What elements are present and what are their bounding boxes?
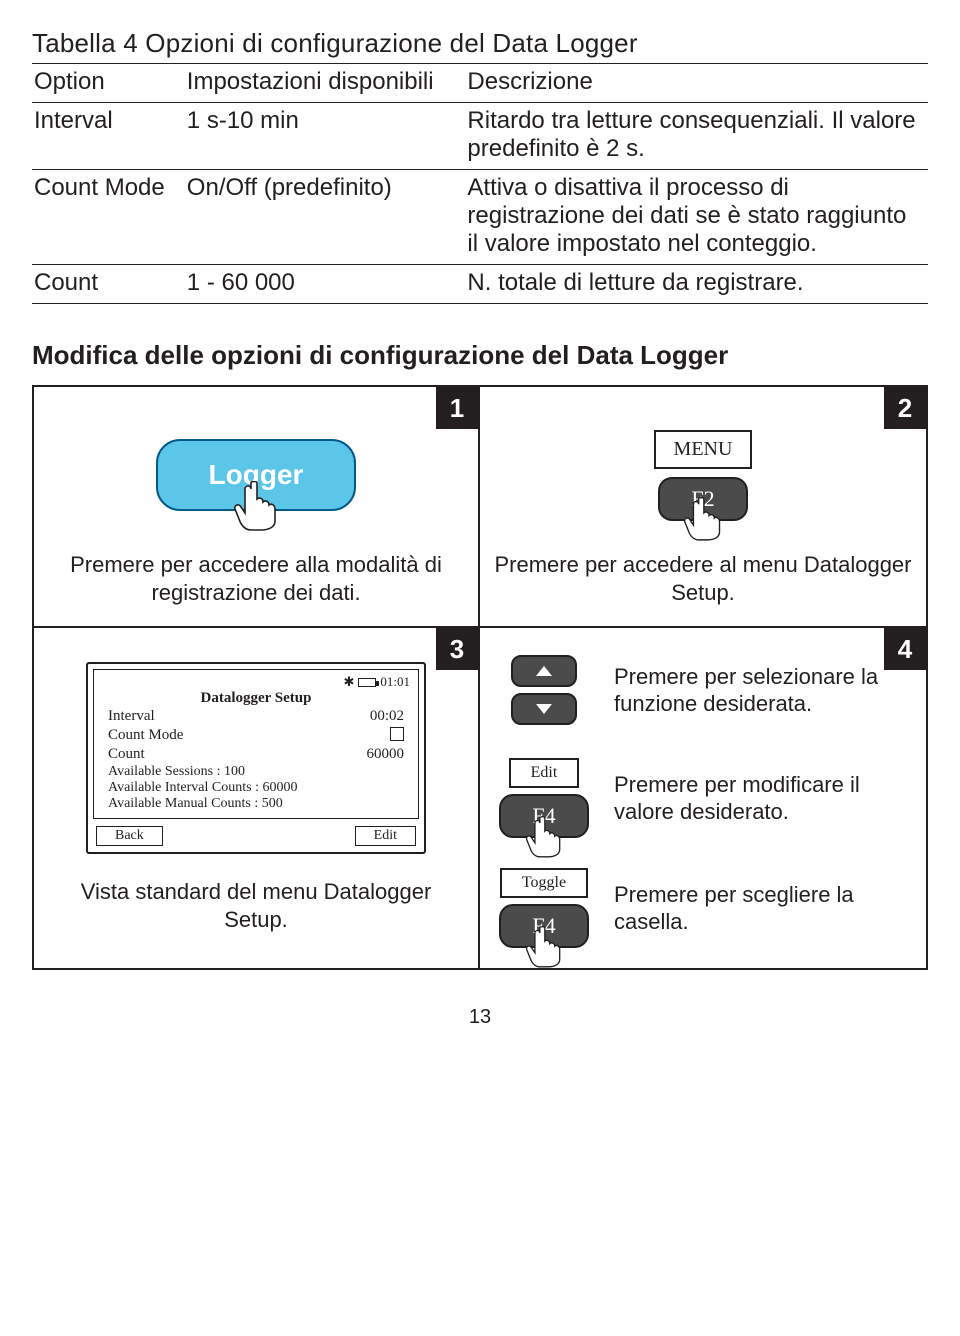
cell-settings: 1 s-10 min — [185, 103, 466, 170]
screen-countmode-label: Count Mode — [108, 727, 183, 744]
cell-desc: N. totale di letture da registrare. — [465, 265, 928, 304]
step-number: 4 — [884, 628, 926, 670]
softkey-back: Back — [96, 826, 163, 846]
step-4: 4 Premere per selezionare la funzione de… — [480, 628, 926, 968]
screen-title: Datalogger Setup — [102, 690, 410, 707]
softkey-label-edit: Edit — [509, 758, 580, 788]
cell-settings: On/Off (predefinito) — [185, 170, 466, 265]
screen-avail-sessions: Available Sessions : 100 — [102, 764, 410, 780]
f2-key-illustration: F2 — [658, 477, 748, 521]
cell-desc: Attiva o disattiva il processo di regist… — [465, 170, 928, 265]
table-title: Tabella 4 Opzioni di configurazione del … — [32, 28, 928, 63]
config-table: Option Impostazioni disponibili Descrizi… — [32, 63, 928, 304]
screen-count-value: 60000 — [367, 746, 405, 763]
section-title: Modifica delle opzioni di configurazione… — [32, 340, 928, 371]
cell-settings: 1 - 60 000 — [185, 265, 466, 304]
step-caption: Vista standard del menu Datalogger Setup… — [48, 878, 464, 933]
step-number: 2 — [884, 387, 926, 429]
screen-avail-manual: Available Manual Counts : 500 — [102, 796, 410, 812]
softkey-label-toggle: Toggle — [500, 868, 588, 898]
step-caption: Premere per accedere alla modalità di re… — [48, 551, 464, 606]
step-number: 1 — [436, 387, 478, 429]
logger-button-illustration: Logger — [156, 439, 356, 511]
step-caption: Premere per accedere al menu Datalogger … — [494, 551, 912, 606]
th-settings: Impostazioni disponibili — [185, 64, 466, 103]
asterisk-icon: ✱ — [343, 674, 354, 690]
screen-avail-interval: Available Interval Counts : 60000 — [102, 780, 410, 796]
hand-icon — [233, 481, 279, 531]
step-2: 2 MENU F2 Premere per accedere al menu D… — [480, 387, 926, 628]
arrow-up-key-illustration — [511, 655, 577, 687]
cell-option: Count Mode — [32, 170, 185, 265]
table-row: Count 1 - 60 000 N. totale di letture da… — [32, 265, 928, 304]
step4-text: Premere per scegliere la casella. — [614, 881, 912, 936]
page-number: 13 — [32, 1006, 928, 1029]
checkbox-icon — [390, 727, 404, 741]
steps-grid: 1 Logger Premere per accedere alla modal… — [32, 385, 928, 970]
th-desc: Descrizione — [465, 64, 928, 103]
screen-count-label: Count — [108, 746, 145, 763]
menu-softkey-label: MENU — [654, 430, 753, 469]
cell-desc: Ritardo tra letture consequenziali. Il v… — [465, 103, 928, 170]
softkey-edit: Edit — [355, 826, 416, 846]
th-option: Option — [32, 64, 185, 103]
arrow-down-key-illustration — [511, 693, 577, 725]
screen-interval-value: 00:02 — [370, 708, 404, 725]
hand-icon — [683, 497, 723, 541]
step-number: 3 — [436, 628, 478, 670]
f4-key-illustration: F4 — [499, 794, 589, 838]
step-3: 3 ✱ 01:01 Datalogger Setup Interval 00:0… — [34, 628, 480, 968]
cell-option: Interval — [32, 103, 185, 170]
device-screen-illustration: ✱ 01:01 Datalogger Setup Interval 00:02 … — [86, 662, 426, 854]
cell-option: Count — [32, 265, 185, 304]
step4-text: Premere per modificare il valore desider… — [614, 771, 912, 826]
table-row: Interval 1 s-10 min Ritardo tra letture … — [32, 103, 928, 170]
screen-interval-label: Interval — [108, 708, 155, 725]
step-1: 1 Logger Premere per accedere alla modal… — [34, 387, 480, 628]
step4-text: Premere per selezionare la funzione desi… — [614, 663, 912, 718]
hand-icon — [525, 816, 563, 858]
battery-icon — [358, 678, 376, 687]
screen-time: 01:01 — [380, 674, 410, 690]
f4-key-illustration: F4 — [499, 904, 589, 948]
table-row: Count Mode On/Off (predefinito) Attiva o… — [32, 170, 928, 265]
hand-icon — [525, 926, 563, 968]
